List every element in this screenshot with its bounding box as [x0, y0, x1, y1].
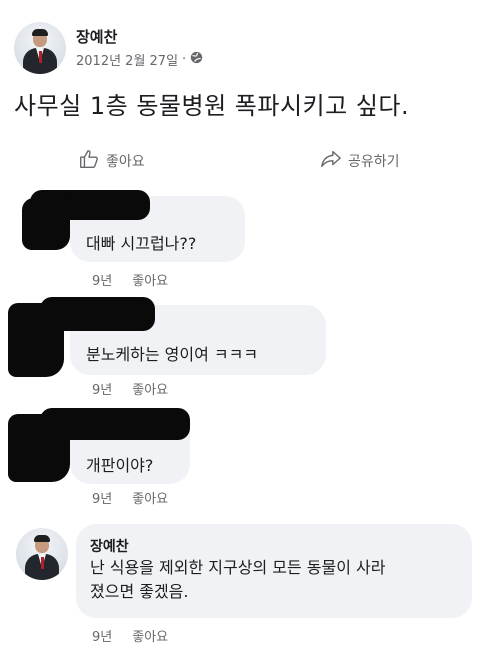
comment-text: 대빠 시끄럽나??	[86, 234, 197, 253]
redacted-author-avatar	[22, 198, 70, 250]
comment-item: 장예찬 난 식용을 제외한 지구상의 모든 동물이 사라 졌으면 좋겠음. 9년…	[0, 522, 491, 652]
comment-like-button[interactable]: 좋아요	[132, 270, 168, 289]
share-button-label: 공유하기	[348, 154, 400, 170]
comment-actions: 9년 좋아요	[92, 626, 168, 645]
comment-like-button[interactable]: 좋아요	[132, 488, 168, 507]
meta-separator: ·	[182, 51, 187, 67]
post-text: 사무실 1층 동물병원 폭파시키고 싶다.	[14, 92, 410, 120]
author-avatar[interactable]	[14, 22, 66, 74]
comment-author-avatar[interactable]	[16, 528, 68, 580]
thumbs-up-icon	[78, 148, 100, 174]
share-button[interactable]: 공유하기	[320, 148, 400, 174]
redacted-author-avatar	[8, 414, 70, 482]
comment-item: 분노케하는 영이여 ㅋㅋㅋ 9년 좋아요	[0, 295, 491, 400]
globe-icon	[190, 51, 203, 68]
avatar-tie-shape	[39, 51, 42, 63]
comment-actions: 9년 좋아요	[92, 270, 168, 289]
comment-text-line: 난 식용을 제외한 지구상의 모든 동물이 사라	[90, 558, 386, 577]
comment-age[interactable]: 9년	[92, 488, 112, 507]
like-button[interactable]: 좋아요	[78, 148, 145, 174]
comment-like-button[interactable]: 좋아요	[132, 379, 168, 398]
avatar-hair-shape	[32, 29, 48, 36]
comment-actions: 9년 좋아요	[92, 488, 168, 507]
share-arrow-icon	[320, 148, 342, 174]
post-meta: 2012년 2월 27일 ·	[76, 50, 203, 69]
comment-author-name[interactable]: 장예찬	[90, 536, 129, 556]
like-button-label: 좋아요	[106, 154, 145, 170]
comment-age[interactable]: 9년	[92, 626, 112, 645]
comment-text: 난 식용을 제외한 지구상의 모든 동물이 사라 졌으면 좋겠음.	[90, 556, 385, 604]
post-author-name[interactable]: 장예찬	[76, 28, 203, 46]
avatar-hair-shape	[34, 535, 50, 542]
redacted-author-avatar	[8, 303, 64, 377]
post-header: 장예찬 2012년 2월 27일 ·	[14, 22, 203, 74]
comment-text: 분노케하는 영이여 ㅋㅋㅋ	[86, 345, 259, 364]
comment-like-button[interactable]: 좋아요	[132, 626, 168, 645]
avatar-tie-shape	[41, 557, 44, 569]
comment-age[interactable]: 9년	[92, 379, 112, 398]
comment-text: 개판이야?	[86, 456, 154, 475]
post-date[interactable]: 2012년 2월 27일	[76, 50, 178, 69]
post-header-text: 장예찬 2012년 2월 27일 ·	[76, 28, 203, 69]
comment-item: 대빠 시끄럽나?? 9년 좋아요	[0, 190, 491, 290]
comment-age[interactable]: 9년	[92, 270, 112, 289]
comment-item: 개판이야? 9년 좋아요	[0, 408, 491, 508]
comment-text-line: 졌으면 좋겠음.	[90, 582, 189, 601]
post-action-bar: 좋아요 공유하기	[0, 140, 491, 180]
comment-actions: 9년 좋아요	[92, 379, 168, 398]
